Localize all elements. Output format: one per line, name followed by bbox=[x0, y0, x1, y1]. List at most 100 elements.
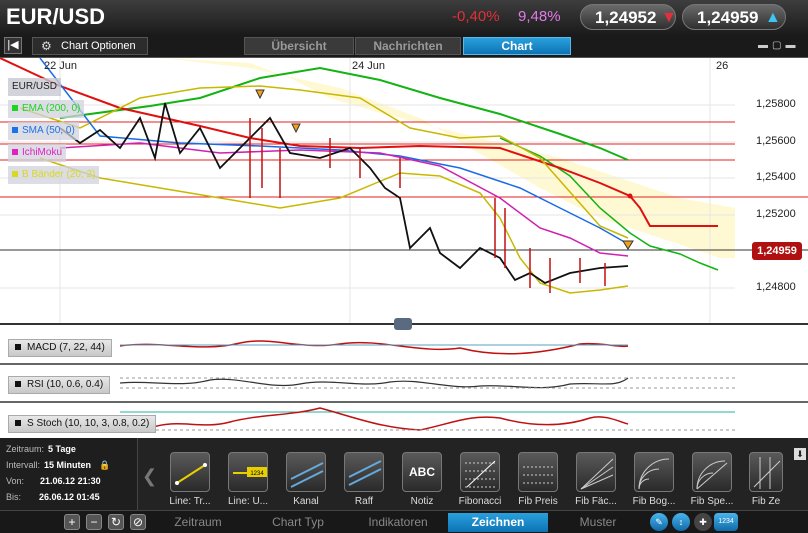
tab-bar: |◀ ⚙ Chart Optionen Übersicht Nachrichte… bbox=[0, 34, 808, 58]
tool-horizontal-line[interactable]: 1234 Line: U... bbox=[224, 452, 272, 507]
fib-price-icon bbox=[518, 452, 558, 492]
counter-badge[interactable]: 1234 bbox=[714, 513, 738, 531]
tool-fibonacci[interactable]: Fibonacci bbox=[456, 452, 504, 507]
tool-label: Fib Bog... bbox=[632, 496, 676, 507]
collapse-panel-button[interactable]: |◀ bbox=[4, 37, 22, 54]
tool-label: Fib Spe... bbox=[690, 496, 734, 507]
chart-area[interactable]: 22 Jun 24 Jun 26 1,25800 1,25600 1,25400… bbox=[0, 58, 808, 438]
tool-fib-arc[interactable]: Fib Bog... bbox=[630, 452, 678, 507]
channel-icon bbox=[286, 452, 326, 492]
tool-label: Line: U... bbox=[227, 496, 269, 507]
y-axis-label: 1,25800 bbox=[756, 98, 796, 110]
legend-color-swatch bbox=[12, 149, 18, 155]
bid-button[interactable]: 1,24952 ▼ bbox=[580, 4, 677, 30]
legend-item-eurusd[interactable]: EUR/USD bbox=[8, 78, 62, 96]
info-value: 15 Minuten bbox=[44, 460, 92, 470]
subchart-label-stoch[interactable]: S Stoch (10, 10, 3, 0.8, 0.2) bbox=[8, 415, 157, 433]
tool-raff[interactable]: Raff bbox=[340, 452, 388, 507]
info-value: 5 Tage bbox=[48, 444, 76, 454]
tab-indikatoren[interactable]: Indikatoren bbox=[350, 513, 446, 532]
tool-channel[interactable]: Kanal bbox=[282, 452, 330, 507]
legend-color-swatch bbox=[12, 171, 18, 177]
tool-fib-speed[interactable]: Fib Spe... bbox=[688, 452, 736, 507]
header-bar: EUR/USD -0,40% 9,48% 1,24952 ▼ 1,24959 ▲ bbox=[0, 0, 808, 34]
info-label: Zeitraum: bbox=[6, 444, 45, 454]
info-row-intervall: Intervall: 15 Minuten 🔒 bbox=[6, 460, 110, 471]
price-point bbox=[627, 193, 633, 199]
legend-color-swatch bbox=[12, 105, 18, 111]
refresh-icon[interactable]: ↻ bbox=[108, 514, 124, 530]
y-axis-label: 1,25200 bbox=[756, 208, 796, 220]
download-icon[interactable]: ⬇ bbox=[794, 448, 806, 460]
y-axis-label: 1,25400 bbox=[756, 171, 796, 183]
horizontal-line-icon: 1234 bbox=[228, 452, 268, 492]
legend-label: SMA (50, 0) bbox=[22, 125, 75, 136]
legend-color-swatch bbox=[15, 381, 21, 387]
gear-icon: ⚙ bbox=[41, 39, 52, 53]
info-label: Von: bbox=[6, 476, 25, 486]
tool-label: Fibonacci bbox=[458, 496, 502, 507]
info-row-zeitraum: Zeitraum: 5 Tage bbox=[6, 444, 76, 454]
legend-color-swatch bbox=[15, 420, 21, 426]
legend-label: EMA (200, 0) bbox=[22, 103, 81, 114]
crosshair-icon[interactable]: ✚ bbox=[694, 513, 712, 531]
add-button[interactable]: + bbox=[64, 514, 80, 530]
x-axis-label: 26 bbox=[716, 60, 729, 72]
tool-label: Kanal bbox=[293, 496, 319, 507]
tool-label: Fib Preis bbox=[518, 496, 558, 507]
subchart-label-macd[interactable]: MACD (7, 22, 44) bbox=[8, 339, 112, 357]
legend-item-sma[interactable]: SMA (50, 0) bbox=[8, 122, 79, 140]
info-value: 26.06.12 01:45 bbox=[39, 492, 100, 502]
subchart-label: MACD (7, 22, 44) bbox=[27, 342, 105, 353]
info-label: Bis: bbox=[6, 492, 22, 502]
info-label: Intervall: bbox=[6, 460, 41, 470]
note-icon: ABC bbox=[402, 452, 442, 492]
chevron-left-icon[interactable]: ❮ bbox=[142, 466, 157, 487]
down-arrow-icon: ▼ bbox=[661, 9, 677, 26]
tab-chart[interactable]: Chart bbox=[463, 37, 571, 55]
subchart-label-rsi[interactable]: RSI (10, 0.6, 0.4) bbox=[8, 376, 111, 394]
pencil-icon[interactable]: ✎ bbox=[650, 513, 668, 531]
bottom-tab-bar: + − ↻ ⊘ Zeitraum Chart Typ Indikatoren Z… bbox=[0, 510, 808, 533]
chart-options-button[interactable]: ⚙ Chart Optionen bbox=[32, 37, 148, 55]
currency-pair-title: EUR/USD bbox=[6, 4, 106, 29]
tool-label: Notiz bbox=[410, 496, 434, 507]
tab-zeitraum[interactable]: Zeitraum bbox=[150, 513, 246, 532]
legend-item-bollinger[interactable]: B Bänder (20, 2) bbox=[8, 166, 100, 184]
tab-zeichnen[interactable]: Zeichnen bbox=[448, 513, 548, 532]
tab-overview[interactable]: Übersicht bbox=[244, 37, 354, 55]
tool-fib-price[interactable]: Fib Preis bbox=[514, 452, 562, 507]
tool-note[interactable]: ABC Notiz bbox=[398, 452, 446, 507]
tab-news[interactable]: Nachrichten bbox=[355, 37, 461, 55]
clear-icon[interactable]: ⊘ bbox=[130, 514, 146, 530]
current-price-badge: 1,24959 bbox=[752, 242, 802, 260]
chart-options-label: Chart Optionen bbox=[61, 40, 136, 52]
resize-handle[interactable] bbox=[394, 318, 412, 330]
fibonacci-icon bbox=[460, 452, 500, 492]
tab-chart-typ[interactable]: Chart Typ bbox=[248, 513, 348, 532]
lock-icon[interactable]: 🔒 bbox=[99, 460, 110, 470]
ask-price: 1,24959 bbox=[697, 8, 759, 27]
legend-label: EUR/USD bbox=[12, 81, 58, 92]
line-icon-text: 1234 bbox=[250, 471, 264, 477]
sort-icon[interactable]: ↕ bbox=[672, 513, 690, 531]
legend-item-ema[interactable]: EMA (200, 0) bbox=[8, 100, 85, 118]
fib-fan-icon bbox=[576, 452, 616, 492]
tab-muster[interactable]: Muster bbox=[550, 513, 646, 532]
window-controls[interactable]: ▬▢▬ bbox=[758, 40, 799, 51]
tool-fib-time[interactable]: Fib Ze bbox=[746, 452, 786, 507]
tool-trendline[interactable]: Line: Tr... bbox=[166, 452, 214, 507]
tool-label: Raff bbox=[354, 496, 374, 507]
tool-label: Line: Tr... bbox=[169, 496, 211, 507]
legend-color-swatch bbox=[12, 127, 18, 133]
ask-button[interactable]: 1,24959 ▲ bbox=[682, 4, 786, 30]
legend-item-ichimoku[interactable]: IchiMoku bbox=[8, 144, 67, 162]
change-percent: -0,40% bbox=[452, 8, 500, 25]
info-row-von: Von: 21.06.12 21:30 bbox=[6, 476, 101, 486]
y-axis-label: 1,25600 bbox=[756, 135, 796, 147]
tool-fib-fan[interactable]: Fib Fäc... bbox=[572, 452, 620, 507]
x-axis-label: 24 Jun bbox=[352, 60, 386, 72]
bid-price: 1,24952 bbox=[595, 8, 657, 27]
remove-button[interactable]: − bbox=[86, 514, 102, 530]
fib-time-icon bbox=[749, 452, 783, 492]
